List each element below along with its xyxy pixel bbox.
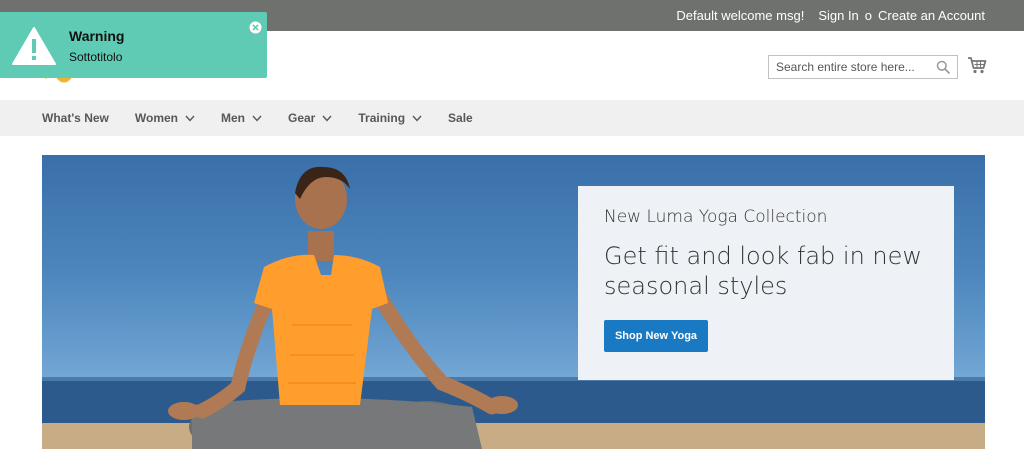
nav-item-sale[interactable]: Sale xyxy=(448,111,473,125)
cart-icon[interactable] xyxy=(967,55,987,75)
header-links: Default welcome msg! Sign In o Create an… xyxy=(676,0,985,31)
toast-title: Warning xyxy=(69,28,125,44)
warning-toast: Warning Sottotitolo xyxy=(0,12,267,78)
nav-item-label: Gear xyxy=(288,111,316,125)
chevron-down-icon xyxy=(252,115,262,122)
nav-item-gear[interactable]: Gear xyxy=(288,111,332,125)
search-box xyxy=(768,55,958,79)
nav-item-label: Men xyxy=(221,111,245,125)
welcome-message: Default welcome msg! xyxy=(676,8,805,23)
search-icon[interactable] xyxy=(936,60,950,74)
nav-item-whats-new[interactable]: What's New xyxy=(42,111,109,125)
toast-subtitle: Sottotitolo xyxy=(69,50,123,64)
promo-subtitle: New Luma Yoga Collection xyxy=(604,207,828,227)
promo-title: Get fit and look fab in new seasonal sty… xyxy=(604,242,923,300)
chevron-down-icon xyxy=(412,115,422,122)
sign-in-link[interactable]: Sign In xyxy=(818,8,858,23)
promo-card: New Luma Yoga Collection Get fit and loo… xyxy=(578,186,954,380)
link-separator: o xyxy=(864,8,873,23)
chevron-down-icon xyxy=(185,115,195,122)
nav-item-label: Women xyxy=(134,111,178,125)
shop-new-yoga-button[interactable]: Shop New Yoga xyxy=(604,320,708,352)
nav-item-label: Training xyxy=(358,111,406,125)
nav-item-label: What's New xyxy=(42,111,109,125)
warning-icon xyxy=(12,27,56,65)
nav-item-women[interactable]: Women xyxy=(135,111,195,125)
search-input[interactable] xyxy=(769,56,929,78)
close-icon[interactable] xyxy=(249,21,262,34)
nav-item-training[interactable]: Training xyxy=(358,111,422,125)
nav-item-men[interactable]: Men xyxy=(221,111,262,125)
nav-item-label: Sale xyxy=(448,111,473,125)
chevron-down-icon xyxy=(322,115,332,122)
main-navigation: What's New Women Men Gear Training Sale xyxy=(0,100,1024,136)
create-account-link[interactable]: Create an Account xyxy=(878,8,985,23)
